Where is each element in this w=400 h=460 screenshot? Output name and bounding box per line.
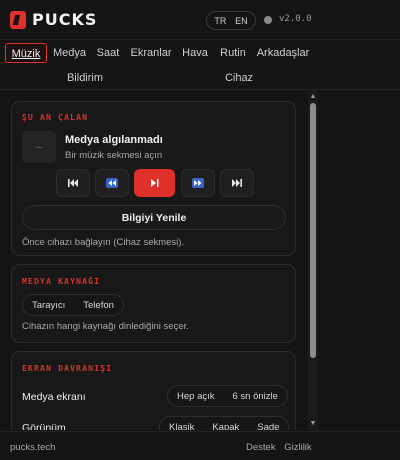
view-option-classic[interactable]: Klasik: [160, 422, 203, 431]
view-option-minimal[interactable]: Sade: [248, 422, 288, 431]
footer-site-link[interactable]: pucks.tech: [10, 442, 55, 453]
scroll-thumb[interactable]: [310, 103, 316, 358]
now-playing-section-title: ŞU AN ÇALAN: [22, 113, 89, 122]
screen-behavior-card: EKRAN DAVRANIŞI Medya ekranı Hep açık 6 …: [11, 351, 296, 430]
media-screen-option-preview[interactable]: 6 sn önizle: [224, 391, 287, 402]
album-art-placeholder: –: [22, 131, 56, 163]
tab-hava[interactable]: Hava: [180, 43, 210, 63]
media-source-option-browser[interactable]: Tarayıcı: [23, 300, 74, 311]
view-label: Görünüm: [22, 422, 66, 430]
tab-saat[interactable]: Saat: [94, 43, 122, 63]
play-pause-icon: [150, 179, 158, 187]
scroll-up-arrow-icon[interactable]: ▲: [309, 93, 317, 101]
footer-privacy-link[interactable]: Gizlilik: [284, 442, 311, 453]
footer-support-link[interactable]: Destek: [246, 442, 276, 453]
album-art-dash: –: [36, 141, 42, 153]
media-screen-selector[interactable]: Hep açık 6 sn önizle: [167, 385, 288, 407]
content-scrollbar[interactable]: ▲ ▼: [308, 91, 318, 430]
play-pause-button[interactable]: [134, 169, 175, 197]
tab-bar: Müzik Medya Saat Ekranlar Hava Rutin Ark…: [0, 40, 400, 90]
media-subtitle: Bir müzik sekmesi açın: [65, 150, 163, 161]
media-source-option-phone[interactable]: Telefon: [74, 300, 123, 311]
fast-forward-button[interactable]: [181, 169, 215, 197]
app-logo-text: PUCKS: [32, 10, 98, 29]
app-footer: pucks.tech Destek Gizlilik: [0, 431, 400, 460]
skip-to-end-button[interactable]: [220, 169, 254, 197]
tab-ekranlar[interactable]: Ekranlar: [128, 43, 174, 63]
tab-content: ŞU AN ÇALAN – Medya algılanmadı Bir müzi…: [0, 91, 400, 430]
media-source-card: MEDYA KAYNAĞI Tarayıcı Telefon Cihazın h…: [11, 264, 296, 343]
media-screen-option-always-on[interactable]: Hep açık: [168, 391, 224, 402]
rewind-button[interactable]: [95, 169, 129, 197]
tab-bildirim[interactable]: Bildirim: [60, 68, 110, 88]
footer-links: Destek Gizlilik: [246, 442, 318, 453]
skip-to-end-icon: [232, 179, 242, 187]
tab-medya[interactable]: Medya: [52, 43, 87, 63]
view-selector[interactable]: Klasik Kapak Sade: [159, 416, 290, 431]
media-screen-label: Medya ekranı: [22, 391, 86, 403]
view-option-cover[interactable]: Kapak: [203, 422, 248, 431]
app-version: v2.0.0: [279, 14, 312, 24]
media-source-hint: Cihazın hangi kaynağı dinlediğini seçer.: [22, 321, 189, 332]
tab-rutin[interactable]: Rutin: [217, 43, 249, 63]
pucks-logo-icon: [10, 10, 26, 29]
refresh-info-button[interactable]: Bilgiyi Yenile: [22, 205, 286, 230]
tab-cihaz[interactable]: Cihaz: [218, 68, 260, 88]
media-source-selector[interactable]: Tarayıcı Telefon: [22, 294, 124, 316]
tab-arkadaslar[interactable]: Arkadaşlar: [255, 43, 311, 63]
language-switch[interactable]: TR EN: [206, 11, 256, 30]
language-option-tr[interactable]: TR: [212, 16, 228, 26]
now-playing-card: ŞU AN ÇALAN – Medya algılanmadı Bir müzi…: [11, 101, 296, 256]
app-header: PUCKS TR EN v2.0.0: [0, 0, 400, 40]
skip-to-start-button[interactable]: [56, 169, 90, 197]
rewind-icon: [106, 178, 118, 188]
media-title: Medya algılanmadı: [65, 134, 163, 146]
screen-behavior-section-title: EKRAN DAVRANIŞI: [22, 364, 113, 373]
media-source-section-title: MEDYA KAYNAĞI: [22, 277, 101, 286]
language-option-en[interactable]: EN: [233, 16, 250, 26]
fast-forward-icon: [192, 178, 204, 188]
connection-status-icon: [264, 16, 272, 24]
connect-device-hint: Önce cihazı bağlayın (Cihaz sekmesi).: [22, 237, 185, 248]
skip-to-start-icon: [68, 179, 78, 187]
scroll-down-arrow-icon[interactable]: ▼: [309, 420, 317, 428]
tab-muzik[interactable]: Müzik: [5, 43, 47, 63]
